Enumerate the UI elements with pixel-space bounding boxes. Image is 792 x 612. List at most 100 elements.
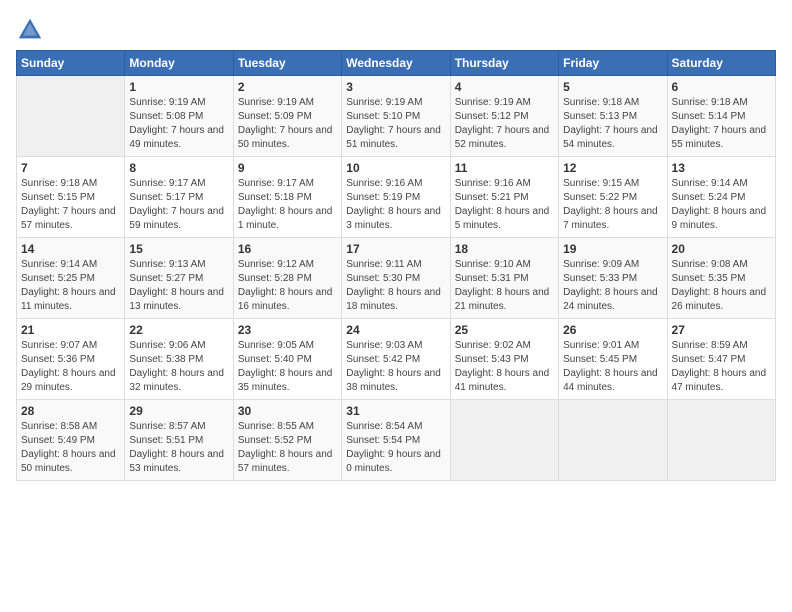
main-container: SundayMondayTuesdayWednesdayThursdayFrid…: [0, 0, 792, 489]
day-number: 26: [563, 323, 662, 337]
weekday-header-thursday: Thursday: [450, 51, 558, 76]
day-number: 17: [346, 242, 445, 256]
day-info: Sunrise: 9:14 AMSunset: 5:25 PMDaylight:…: [21, 258, 120, 314]
day-cell: 30 Sunrise: 8:55 AMSunset: 5:52 PMDayligh…: [233, 400, 341, 481]
day-cell: 24 Sunrise: 9:03 AMSunset: 5:42 PMDayligh…: [342, 319, 450, 400]
day-info: Sunrise: 9:16 AMSunset: 5:19 PMDaylight:…: [346, 177, 445, 233]
day-number: 14: [21, 242, 120, 256]
weekday-header-wednesday: Wednesday: [342, 51, 450, 76]
weekday-header-monday: Monday: [125, 51, 233, 76]
weekday-header-friday: Friday: [559, 51, 667, 76]
day-info: Sunrise: 9:17 AMSunset: 5:17 PMDaylight:…: [129, 177, 228, 233]
day-cell: [450, 400, 558, 481]
day-info: Sunrise: 9:18 AMSunset: 5:15 PMDaylight:…: [21, 177, 120, 233]
day-number: 22: [129, 323, 228, 337]
logo: [16, 16, 46, 44]
weekday-header-row: SundayMondayTuesdayWednesdayThursdayFrid…: [17, 51, 776, 76]
week-row-1: 1 Sunrise: 9:19 AMSunset: 5:08 PMDaylight…: [17, 76, 776, 157]
day-info: Sunrise: 9:06 AMSunset: 5:38 PMDaylight:…: [129, 339, 228, 395]
day-info: Sunrise: 9:19 AMSunset: 5:10 PMDaylight:…: [346, 96, 445, 152]
day-info: Sunrise: 8:54 AMSunset: 5:54 PMDaylight:…: [346, 420, 445, 476]
day-cell: 27Sunrise: 8:59 AMSunset: 5:47 PMDayligh…: [667, 319, 775, 400]
day-cell: 20Sunrise: 9:08 AMSunset: 5:35 PMDayligh…: [667, 238, 775, 319]
week-row-5: 28 Sunrise: 8:58 AMSunset: 5:49 PMDayligh…: [17, 400, 776, 481]
day-info: Sunrise: 9:18 AMSunset: 5:14 PMDaylight:…: [672, 96, 771, 152]
day-cell: 3 Sunrise: 9:19 AMSunset: 5:10 PMDaylight…: [342, 76, 450, 157]
day-number: 29: [129, 404, 228, 418]
day-number: 24: [346, 323, 445, 337]
day-cell: 21 Sunrise: 9:07 AMSunset: 5:36 PMDayligh…: [17, 319, 125, 400]
day-number: 2: [238, 80, 337, 94]
day-info: Sunrise: 8:55 AMSunset: 5:52 PMDaylight:…: [238, 420, 337, 476]
day-info: Sunrise: 9:10 AMSunset: 5:31 PMDaylight:…: [455, 258, 554, 314]
day-cell: 29 Sunrise: 8:57 AMSunset: 5:51 PMDayligh…: [125, 400, 233, 481]
day-number: 4: [455, 80, 554, 94]
day-number: 8: [129, 161, 228, 175]
day-number: 3: [346, 80, 445, 94]
day-cell: 23 Sunrise: 9:05 AMSunset: 5:40 PMDayligh…: [233, 319, 341, 400]
day-number: 11: [455, 161, 554, 175]
day-cell: 7 Sunrise: 9:18 AMSunset: 5:15 PMDaylight…: [17, 157, 125, 238]
day-info: Sunrise: 9:03 AMSunset: 5:42 PMDaylight:…: [346, 339, 445, 395]
day-info: Sunrise: 8:58 AMSunset: 5:49 PMDaylight:…: [21, 420, 120, 476]
day-cell: 14 Sunrise: 9:14 AMSunset: 5:25 PMDayligh…: [17, 238, 125, 319]
day-number: 7: [21, 161, 120, 175]
day-info: Sunrise: 9:02 AMSunset: 5:43 PMDaylight:…: [455, 339, 554, 395]
logo-icon: [16, 16, 44, 44]
day-number: 19: [563, 242, 662, 256]
day-cell: 5 Sunrise: 9:18 AMSunset: 5:13 PMDaylight…: [559, 76, 667, 157]
day-info: Sunrise: 9:07 AMSunset: 5:36 PMDaylight:…: [21, 339, 120, 395]
day-number: 16: [238, 242, 337, 256]
header: [16, 16, 776, 44]
day-cell: 26 Sunrise: 9:01 AMSunset: 5:45 PMDayligh…: [559, 319, 667, 400]
day-cell: [667, 400, 775, 481]
weekday-header-tuesday: Tuesday: [233, 51, 341, 76]
day-number: 30: [238, 404, 337, 418]
week-row-4: 21 Sunrise: 9:07 AMSunset: 5:36 PMDayligh…: [17, 319, 776, 400]
day-cell: 9Sunrise: 9:17 AMSunset: 5:18 PMDaylight…: [233, 157, 341, 238]
day-info: Sunrise: 9:08 AMSunset: 5:35 PMDaylight:…: [672, 258, 771, 314]
day-cell: [17, 76, 125, 157]
day-cell: 1 Sunrise: 9:19 AMSunset: 5:08 PMDaylight…: [125, 76, 233, 157]
day-info: Sunrise: 9:01 AMSunset: 5:45 PMDaylight:…: [563, 339, 662, 395]
day-info: Sunrise: 9:14 AMSunset: 5:24 PMDaylight:…: [672, 177, 771, 233]
day-cell: 2 Sunrise: 9:19 AMSunset: 5:09 PMDaylight…: [233, 76, 341, 157]
day-number: 28: [21, 404, 120, 418]
day-cell: 12Sunrise: 9:15 AMSunset: 5:22 PMDayligh…: [559, 157, 667, 238]
day-cell: [559, 400, 667, 481]
day-info: Sunrise: 9:11 AMSunset: 5:30 PMDaylight:…: [346, 258, 445, 314]
day-cell: 6 Sunrise: 9:18 AMSunset: 5:14 PMDaylight…: [667, 76, 775, 157]
day-cell: 11Sunrise: 9:16 AMSunset: 5:21 PMDayligh…: [450, 157, 558, 238]
day-info: Sunrise: 9:19 AMSunset: 5:09 PMDaylight:…: [238, 96, 337, 152]
day-number: 5: [563, 80, 662, 94]
day-number: 21: [21, 323, 120, 337]
day-cell: 18 Sunrise: 9:10 AMSunset: 5:31 PMDayligh…: [450, 238, 558, 319]
week-row-2: 7 Sunrise: 9:18 AMSunset: 5:15 PMDaylight…: [17, 157, 776, 238]
calendar-table: SundayMondayTuesdayWednesdayThursdayFrid…: [16, 50, 776, 481]
day-number: 18: [455, 242, 554, 256]
day-number: 9: [238, 161, 337, 175]
day-info: Sunrise: 9:05 AMSunset: 5:40 PMDaylight:…: [238, 339, 337, 395]
day-number: 25: [455, 323, 554, 337]
day-cell: 28 Sunrise: 8:58 AMSunset: 5:49 PMDayligh…: [17, 400, 125, 481]
day-cell: 22 Sunrise: 9:06 AMSunset: 5:38 PMDayligh…: [125, 319, 233, 400]
day-info: Sunrise: 9:19 AMSunset: 5:12 PMDaylight:…: [455, 96, 554, 152]
day-cell: 16Sunrise: 9:12 AMSunset: 5:28 PMDayligh…: [233, 238, 341, 319]
day-info: Sunrise: 9:18 AMSunset: 5:13 PMDaylight:…: [563, 96, 662, 152]
day-number: 10: [346, 161, 445, 175]
day-number: 23: [238, 323, 337, 337]
day-info: Sunrise: 8:57 AMSunset: 5:51 PMDaylight:…: [129, 420, 228, 476]
day-info: Sunrise: 9:15 AMSunset: 5:22 PMDaylight:…: [563, 177, 662, 233]
day-cell: 13Sunrise: 9:14 AMSunset: 5:24 PMDayligh…: [667, 157, 775, 238]
day-info: Sunrise: 9:09 AMSunset: 5:33 PMDaylight:…: [563, 258, 662, 314]
day-cell: 15Sunrise: 9:13 AMSunset: 5:27 PMDayligh…: [125, 238, 233, 319]
day-cell: 25 Sunrise: 9:02 AMSunset: 5:43 PMDayligh…: [450, 319, 558, 400]
day-cell: 4 Sunrise: 9:19 AMSunset: 5:12 PMDaylight…: [450, 76, 558, 157]
day-number: 1: [129, 80, 228, 94]
day-number: 6: [672, 80, 771, 94]
day-cell: 8 Sunrise: 9:17 AMSunset: 5:17 PMDaylight…: [125, 157, 233, 238]
day-info: Sunrise: 9:19 AMSunset: 5:08 PMDaylight:…: [129, 96, 228, 152]
day-cell: 31Sunrise: 8:54 AMSunset: 5:54 PMDayligh…: [342, 400, 450, 481]
day-number: 27: [672, 323, 771, 337]
day-cell: 10 Sunrise: 9:16 AMSunset: 5:19 PMDayligh…: [342, 157, 450, 238]
